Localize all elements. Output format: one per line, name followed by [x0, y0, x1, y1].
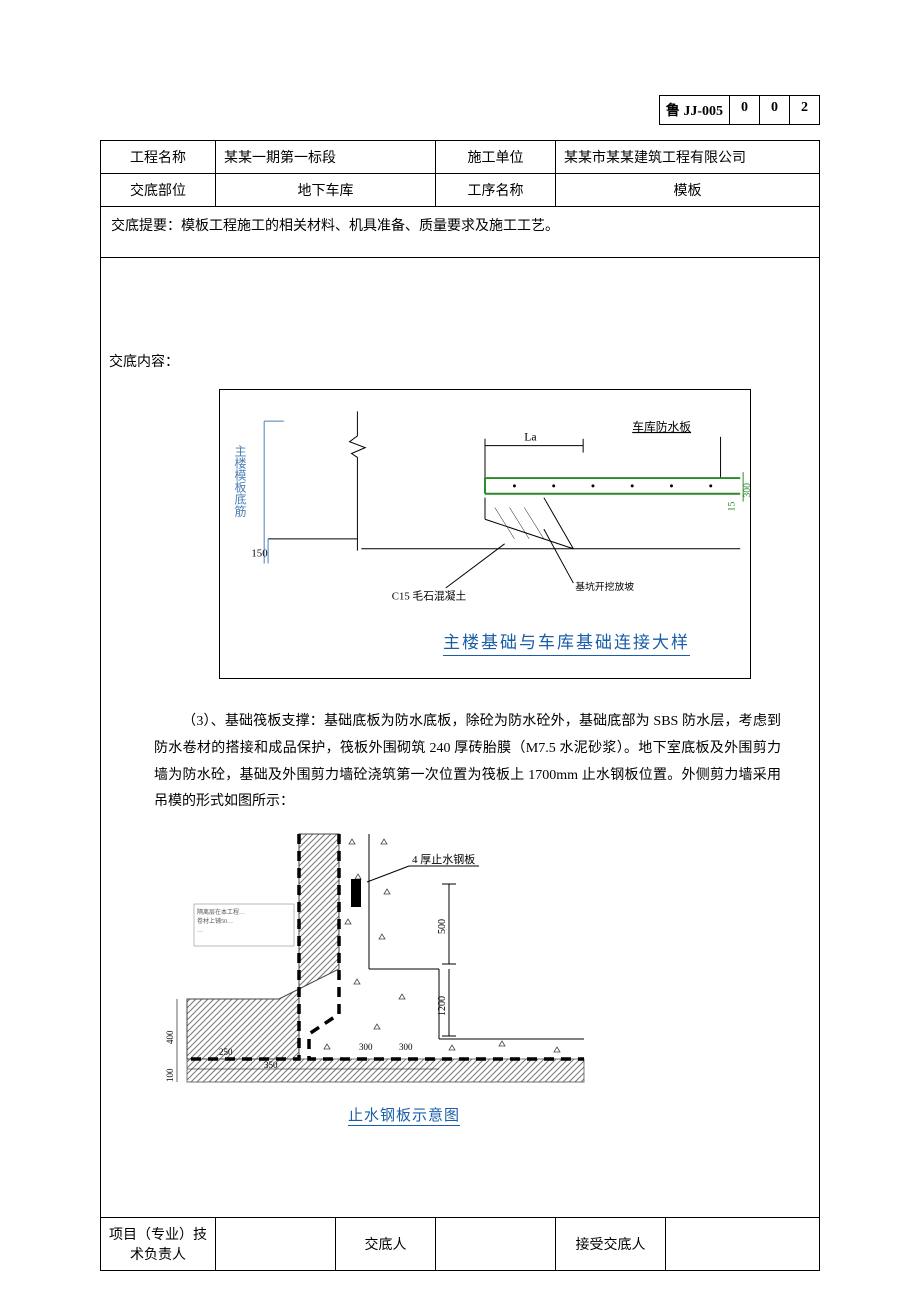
para-3: （3）、基础筏板支撑：基础底板为防水底板，除砼为防水砼外，基础底部为 SBS 防…	[109, 709, 811, 815]
proj-name-value: 某某一期第一标段	[216, 141, 436, 174]
para-lead: （3）、基础筏板支撑：	[182, 714, 324, 729]
content-row: 交底内容： 主楼模板底筋 150	[101, 258, 820, 1218]
fig1-slope-note: 基坑开挖放坡	[575, 580, 634, 593]
summary-label: 交底提要：	[111, 219, 181, 234]
fig2-svg: 4 厚止水钢板 500 1200 250 350 300 300	[149, 824, 589, 1104]
footer-f3: 接受交底人	[556, 1218, 666, 1271]
figure-2: 4 厚止水钢板 500 1200 250 350 300 300	[149, 824, 589, 1124]
part-label: 交底部位	[101, 174, 216, 207]
fig1-wpboard-label: 车库防水板	[632, 420, 691, 434]
svg-text:隔离层在本工程…: 隔离层在本工程…	[197, 908, 245, 916]
svg-text:卷材上铺50…: 卷材上铺50…	[197, 917, 233, 925]
fig1-dim150r: 15	[726, 502, 737, 512]
doc-code-c2: 0	[760, 95, 790, 125]
figure-1: 主楼模板底筋 150 La	[219, 389, 751, 679]
fig2-d1200: 1200	[437, 996, 448, 1016]
footer-sign3	[666, 1218, 820, 1271]
fig1-La: La	[524, 431, 537, 444]
footer-sign1	[216, 1218, 336, 1271]
constructor-value: 某某市某某建筑工程有限公司	[556, 141, 820, 174]
summary-cell: 交底提要：模板工程施工的相关材料、机具准备、质量要求及施工工艺。	[101, 207, 820, 258]
footer-sign2	[436, 1218, 556, 1271]
header-row-2: 交底部位 地下车库 工序名称 模板	[101, 174, 820, 207]
fig2-d100: 100	[165, 1068, 175, 1082]
fig2-d300b: 300	[399, 1042, 413, 1052]
svg-text:…: …	[197, 928, 203, 934]
fig1-dim300: 300	[742, 483, 750, 498]
fig1-dim150: 150	[251, 548, 267, 560]
doc-code-c3: 2	[790, 95, 820, 125]
main-table: 工程名称 某某一期第一标段 施工单位 某某市某某建筑工程有限公司 交底部位 地下…	[100, 140, 820, 1271]
fig1-left-v-label: 主楼模板底筋	[232, 445, 249, 517]
process-value: 模板	[556, 174, 820, 207]
fig2-d500: 500	[437, 919, 448, 934]
doc-code-label: 鲁 JJ-005	[659, 95, 730, 125]
footer-f1: 项目（专业）技术负责人	[101, 1218, 216, 1271]
content-label: 交底内容：	[109, 351, 811, 371]
process-label: 工序名称	[436, 174, 556, 207]
summary-text: 模板工程施工的相关材料、机具准备、质量要求及施工工艺。	[181, 219, 559, 234]
content-cell: 交底内容： 主楼模板底筋 150	[101, 258, 820, 1218]
fig2-d300a: 300	[359, 1042, 373, 1052]
fig1-c15: C15 毛石混凝土	[392, 590, 467, 603]
doc-code-block: 鲁 JJ-005 0 0 2	[659, 95, 820, 125]
fig1-caption: 主楼基础与车库基础连接大样	[443, 628, 690, 656]
fig2-steelplate-label: 4 厚止水钢板	[412, 852, 475, 866]
part-value: 地下车库	[216, 174, 436, 207]
proj-name-label: 工程名称	[101, 141, 216, 174]
footer-row: 项目（专业）技术负责人 交底人 接受交底人	[101, 1218, 820, 1271]
header-row-1: 工程名称 某某一期第一标段 施工单位 某某市某某建筑工程有限公司	[101, 141, 820, 174]
summary-row: 交底提要：模板工程施工的相关材料、机具准备、质量要求及施工工艺。	[101, 207, 820, 258]
doc-code-c1: 0	[730, 95, 760, 125]
footer-f2: 交底人	[336, 1218, 436, 1271]
fig2-d400: 400	[165, 1030, 175, 1044]
constructor-label: 施工单位	[436, 141, 556, 174]
fig2-d350: 350	[264, 1060, 278, 1070]
fig2-d250: 250	[219, 1047, 233, 1057]
fig2-caption: 止水钢板示意图	[348, 1108, 460, 1126]
